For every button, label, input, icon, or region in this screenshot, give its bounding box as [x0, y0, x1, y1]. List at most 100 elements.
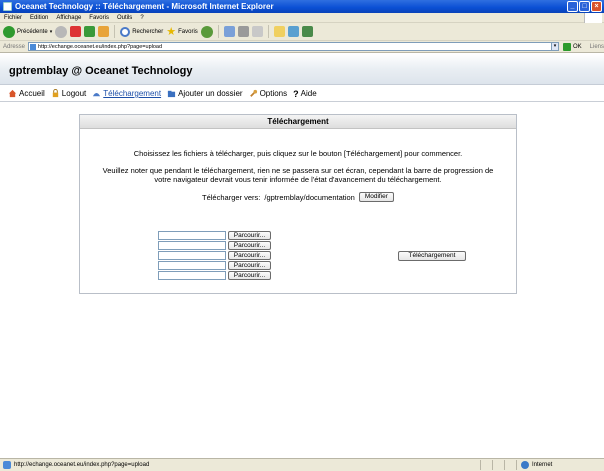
- nav-label: Options: [259, 89, 288, 98]
- file-row: Parcourir...: [158, 251, 271, 260]
- nav-telechargement[interactable]: Téléchargement: [92, 89, 161, 98]
- browse-button[interactable]: Parcourir...: [228, 271, 271, 280]
- ie-icon: [3, 2, 12, 11]
- forward-icon[interactable]: [55, 25, 68, 38]
- refresh-icon[interactable]: [84, 26, 96, 37]
- browser-toolbar: Précédente ▾ Rechercher ★ Favoris: [0, 23, 604, 41]
- maximize-button[interactable]: □: [579, 1, 590, 12]
- destination-row: Télécharger vers: /gptremblay/documentat…: [80, 192, 516, 202]
- browse-button[interactable]: Parcourir...: [228, 231, 271, 240]
- go-arrow-icon: [562, 42, 571, 51]
- address-url: http://echange.oceanet.eu/index.php?page…: [38, 43, 163, 50]
- star-icon: ★: [166, 25, 177, 38]
- destination-path: /gptremblay/documentation: [264, 192, 355, 202]
- back-button[interactable]: Précédente ▾: [3, 25, 53, 38]
- address-dropdown[interactable]: ▾: [551, 42, 559, 51]
- toolbar-separator: [267, 25, 269, 38]
- status-cell: [480, 460, 492, 470]
- go-button[interactable]: OK: [562, 42, 582, 51]
- upload-icon: [93, 93, 101, 97]
- file-input[interactable]: [158, 231, 226, 240]
- address-input[interactable]: http://echange.oceanet.eu/index.php?page…: [28, 42, 553, 51]
- nav-divider: [0, 101, 604, 102]
- instruction-text: Choisissez les fichiers à télécharger, p…: [133, 149, 463, 158]
- nav-label: Logout: [61, 89, 87, 98]
- mail-icon[interactable]: [223, 26, 235, 37]
- lock-icon: [52, 89, 58, 98]
- minimize-button[interactable]: _: [567, 1, 578, 12]
- menu-favoris[interactable]: Favoris: [89, 15, 109, 21]
- main-nav: Accueil Logout Téléchargement Ajouter un…: [0, 87, 604, 100]
- security-zone: Internet: [516, 460, 552, 470]
- file-input[interactable]: [158, 271, 226, 280]
- upload-button[interactable]: Téléchargement: [398, 251, 466, 261]
- search-label: Rechercher: [132, 28, 164, 35]
- links-label[interactable]: Liens: [590, 44, 604, 50]
- print-icon[interactable]: [237, 26, 249, 37]
- address-bar: Adresse http://echange.oceanet.eu/index.…: [0, 41, 604, 53]
- menu-bar: Fichier Edition Affichage Favoris Outils…: [0, 13, 604, 23]
- nav-options[interactable]: Options: [249, 89, 288, 98]
- favorites-label: Favoris: [178, 28, 198, 35]
- nav-label: Aide: [300, 89, 317, 98]
- nav-logout[interactable]: Logout: [51, 89, 86, 98]
- nav-label: Ajouter un dossier: [178, 89, 243, 98]
- page-icon: [30, 43, 37, 50]
- browse-button[interactable]: Parcourir...: [228, 241, 271, 250]
- history-icon[interactable]: [200, 25, 213, 38]
- nav-label: Téléchargement: [103, 89, 162, 98]
- search-icon: [120, 26, 131, 37]
- globe-icon: [521, 461, 529, 469]
- file-row: Parcourir...: [158, 241, 271, 250]
- status-bar: http://echange.oceanet.eu/index.php?page…: [0, 458, 604, 471]
- nav-ajouter-dossier[interactable]: Ajouter un dossier: [167, 89, 243, 98]
- nav-accueil[interactable]: Accueil: [8, 89, 45, 98]
- window-title: Oceanet Technology :: Téléchargement - M…: [15, 2, 274, 11]
- stop-icon[interactable]: [70, 26, 82, 37]
- panel-title: Téléchargement: [80, 115, 516, 129]
- help-icon: ?: [293, 88, 299, 99]
- menu-help[interactable]: ?: [140, 15, 143, 21]
- edit-icon[interactable]: [251, 26, 263, 37]
- address-label: Adresse: [3, 43, 26, 50]
- window-titlebar: Oceanet Technology :: Téléchargement - M…: [0, 0, 604, 13]
- folder-icon[interactable]: [273, 26, 285, 37]
- file-row: Parcourir...: [158, 231, 271, 240]
- favorites-button[interactable]: ★ Favoris: [166, 25, 198, 38]
- menu-edition[interactable]: Edition: [30, 15, 48, 21]
- back-label: Précédente: [17, 28, 48, 35]
- site-title: gptremblay @ Oceanet Technology: [9, 65, 193, 77]
- windows-logo: [584, 13, 602, 23]
- back-arrow-icon: [3, 25, 15, 38]
- note-text: Veuillez noter que pendant le télécharge…: [102, 166, 494, 184]
- home-page-icon[interactable]: [98, 26, 110, 37]
- page-icon: [3, 461, 11, 469]
- browse-button[interactable]: Parcourir...: [228, 261, 271, 270]
- messenger-icon[interactable]: [287, 26, 299, 37]
- file-row: Parcourir...: [158, 261, 271, 270]
- menu-outils[interactable]: Outils: [117, 15, 132, 21]
- browse-button[interactable]: Parcourir...: [228, 251, 271, 260]
- research-icon[interactable]: [301, 26, 313, 37]
- wrench-icon: [249, 89, 257, 97]
- status-cell: [492, 460, 504, 470]
- menu-affichage[interactable]: Affichage: [56, 15, 81, 21]
- file-input[interactable]: [158, 261, 226, 270]
- toolbar-separator: [217, 25, 219, 38]
- folder-add-icon: [167, 90, 176, 98]
- page-content: gptremblay @ Oceanet Technology Accueil …: [0, 54, 604, 458]
- status-url: http://echange.oceanet.eu/index.php?page…: [14, 462, 150, 468]
- menu-fichier[interactable]: Fichier: [4, 15, 22, 21]
- nav-aide[interactable]: ? Aide: [293, 89, 317, 99]
- file-input[interactable]: [158, 241, 226, 250]
- status-cell: [504, 460, 516, 470]
- chevron-down-icon: ▾: [49, 28, 53, 35]
- zone-label: Internet: [532, 462, 553, 468]
- close-button[interactable]: ×: [591, 1, 602, 12]
- toolbar-separator: [114, 25, 116, 38]
- search-button[interactable]: Rechercher: [120, 26, 164, 37]
- home-icon: [8, 89, 17, 98]
- modify-button[interactable]: Modifier: [358, 192, 394, 202]
- destination-label: Télécharger vers:: [202, 192, 261, 202]
- file-input[interactable]: [158, 251, 226, 260]
